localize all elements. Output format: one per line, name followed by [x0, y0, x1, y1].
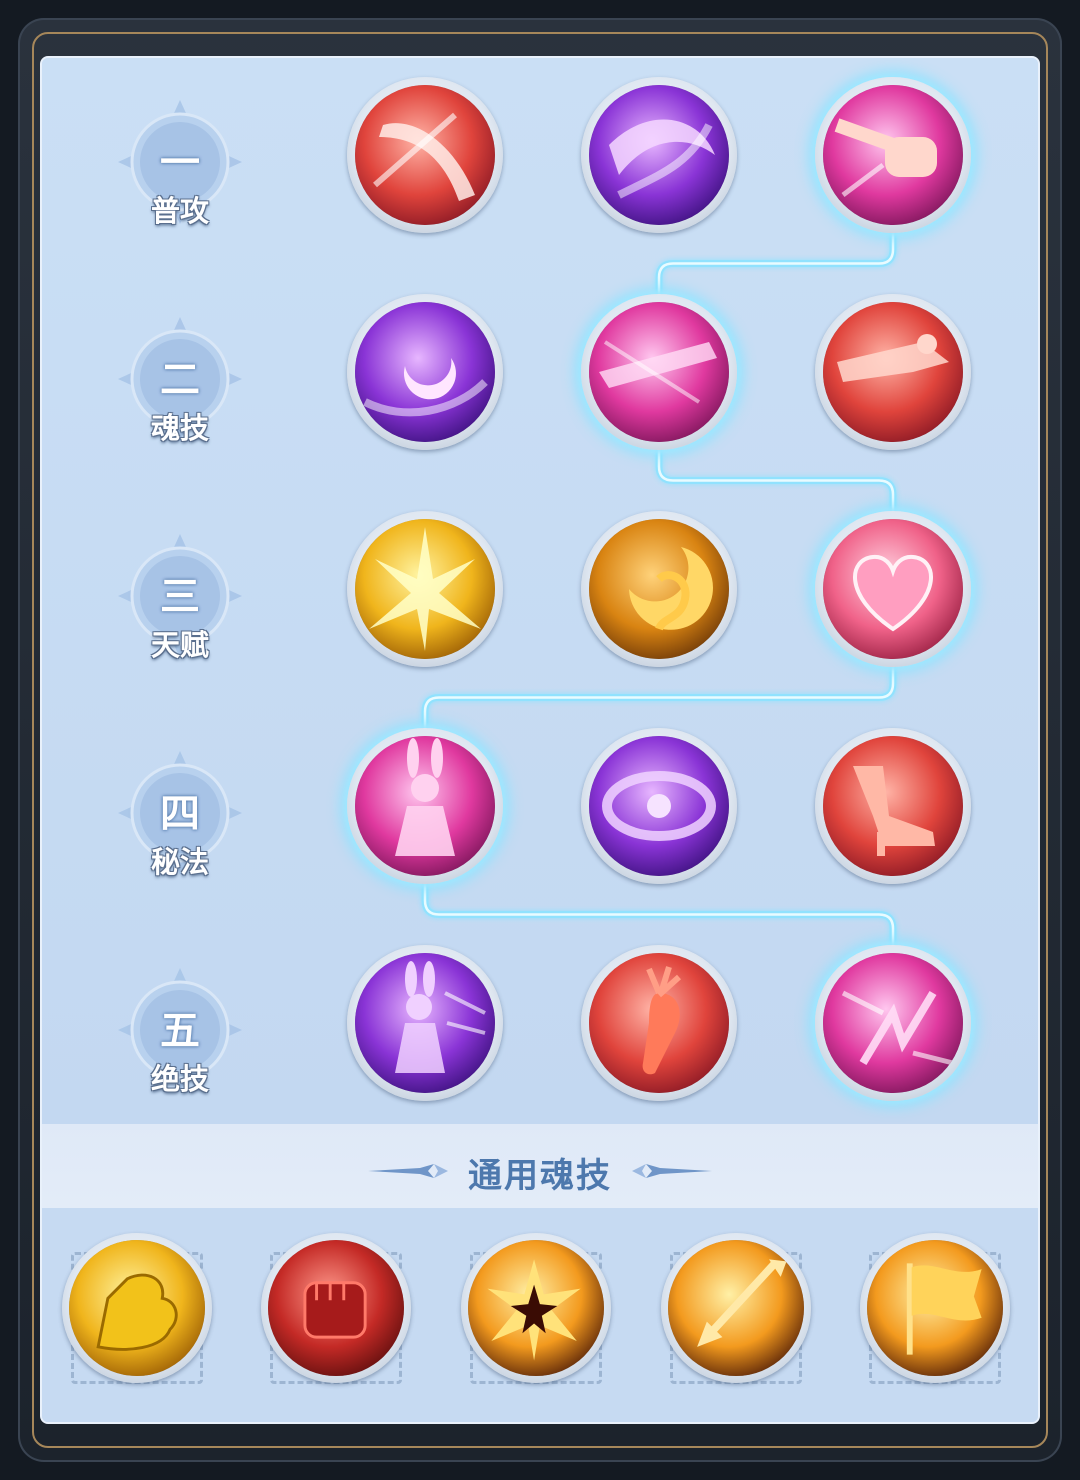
high-heel-icon	[823, 736, 963, 876]
blade-slash-icon	[355, 85, 495, 225]
tier-badge-4: 四 秘法	[106, 739, 254, 887]
tier-number: 二	[160, 357, 200, 403]
skill-slot-tier2-2[interactable]	[581, 294, 737, 450]
skill-slot-tier4-3[interactable]	[815, 728, 971, 884]
fist-strike-icon	[823, 85, 963, 225]
crescent-moon-icon	[355, 302, 495, 442]
tier-number: 一	[160, 140, 200, 186]
tier-number: 四	[160, 791, 200, 837]
tier-number: 五	[160, 1008, 200, 1054]
skill-slot-tier3-3[interactable]	[815, 511, 971, 667]
skill-slot-tier5-2[interactable]	[581, 945, 737, 1101]
heart-icon	[823, 519, 963, 659]
flexed-arm-icon	[69, 1240, 205, 1376]
skill-slot-tier3-2[interactable]	[581, 511, 737, 667]
tier-label: 天赋	[150, 628, 209, 662]
common-skills-title: 通用魂技	[468, 1156, 612, 1196]
common-skill-slot-1[interactable]	[62, 1233, 212, 1383]
carrot-icon	[589, 953, 729, 1093]
skill-slot-tier2-1[interactable]	[347, 294, 503, 450]
tier-label: 绝技	[150, 1062, 209, 1096]
dash-kick-icon	[589, 302, 729, 442]
tier-badge-1: 一 普攻	[106, 88, 254, 236]
skill-slot-tier5-1[interactable]	[347, 945, 503, 1101]
tier-badge-2: 二 魂技	[106, 305, 254, 453]
skill-slot-tier4-2[interactable]	[581, 728, 737, 884]
golden-burst-icon	[355, 519, 495, 659]
common-skill-slot-4[interactable]	[661, 1233, 811, 1383]
rabbit-girl-icon	[355, 736, 495, 876]
common-skill-slot-3[interactable]	[461, 1233, 611, 1383]
skill-slot-tier4-1[interactable]	[347, 728, 503, 884]
skill-slot-tier1-2[interactable]	[581, 77, 737, 233]
skill-tree-panel: 一 普攻 二 魂技 三 天赋 四 秘法 五 绝技 通用魂技	[42, 58, 1038, 1422]
skill-slot-tier3-1[interactable]	[347, 511, 503, 667]
tier-label: 秘法	[150, 845, 209, 879]
skill-slot-tier1-1[interactable]	[347, 77, 503, 233]
skill-slot-tier1-3[interactable]	[815, 77, 971, 233]
purple-vortex-icon	[589, 736, 729, 876]
common-skill-slot-5[interactable]	[860, 1233, 1010, 1383]
star-burst-icon	[468, 1240, 604, 1376]
golden-crescent-icon	[589, 519, 729, 659]
clenched-fist-icon	[268, 1240, 404, 1376]
skill-slot-tier5-3[interactable]	[815, 945, 971, 1101]
flying-kick-icon	[823, 302, 963, 442]
tier-badge-3: 三 天赋	[106, 522, 254, 670]
pink-spark-icon	[823, 953, 963, 1093]
rabbit-dash-icon	[355, 953, 495, 1093]
arrow-strike-icon	[668, 1240, 804, 1376]
tier-badge-5: 五 绝技	[106, 956, 254, 1104]
tier-label: 普攻	[150, 194, 209, 228]
banner-flag-icon	[867, 1240, 1003, 1376]
purple-wave-icon	[589, 85, 729, 225]
common-skill-slot-2[interactable]	[261, 1233, 411, 1383]
tier-number: 三	[160, 574, 200, 620]
tier-label: 魂技	[150, 411, 209, 445]
skill-slot-tier2-3[interactable]	[815, 294, 971, 450]
